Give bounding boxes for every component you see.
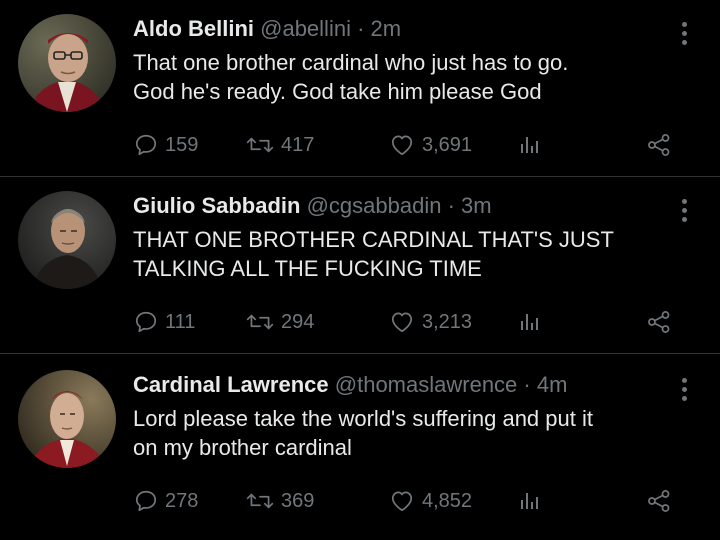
separator: ·: [357, 16, 365, 41]
more-options-button[interactable]: [680, 199, 688, 223]
author-handle[interactable]: @thomaslawrence: [335, 372, 518, 397]
reply-count: 159: [165, 133, 199, 156]
heart-icon: [391, 135, 413, 156]
tweet[interactable]: Giulio Sabbadin @cgsabbadin · 3m THAT ON…: [0, 177, 720, 354]
share-button[interactable]: [645, 307, 673, 337]
tweet-text: THAT ONE BROTHER CARDINAL THAT'S JUST TA…: [133, 225, 693, 283]
timestamp[interactable]: 3m: [461, 193, 492, 218]
avatar-photo-icon: [18, 191, 116, 289]
tweet[interactable]: Aldo Bellini @abellini · 2m That one bro…: [0, 0, 720, 177]
retweet-count: 369: [281, 489, 315, 512]
tweet-text-line: TALKING ALL THE FUCKING TIME: [133, 256, 482, 281]
reply-button[interactable]: 159: [133, 130, 198, 160]
tweet-header: Aldo Bellini @abellini · 2m: [133, 14, 401, 44]
separator: ·: [447, 193, 455, 218]
author-handle[interactable]: @abellini: [260, 16, 351, 41]
tweet-text: Lord please take the world's suffering a…: [133, 404, 693, 462]
views-button[interactable]: [517, 486, 541, 516]
share-nodes-icon: [648, 311, 670, 333]
like-count: 3,213: [422, 310, 473, 333]
avatar-photo-icon: [18, 370, 116, 468]
reply-bubble-icon: [135, 134, 157, 156]
author-name[interactable]: Cardinal Lawrence: [133, 372, 329, 397]
heart-icon: [391, 312, 413, 333]
retweet-arrows-icon: [246, 493, 274, 509]
share-nodes-icon: [648, 134, 670, 156]
retweet-count: 417: [281, 133, 315, 156]
author-handle[interactable]: @cgsabbadin: [307, 193, 442, 218]
action-bar: 111 294 3,213: [133, 307, 693, 337]
avatar[interactable]: [18, 14, 116, 112]
views-button[interactable]: [517, 130, 541, 160]
separator: ·: [523, 372, 531, 397]
avatar[interactable]: [18, 191, 116, 289]
tweet-text-line: THAT ONE BROTHER CARDINAL THAT'S JUST: [133, 227, 614, 252]
more-vertical-dots-icon: [681, 378, 687, 383]
tweet-text: That one brother cardinal who just has t…: [133, 48, 693, 106]
like-button[interactable]: 3,213: [388, 307, 472, 337]
tweet-text-line: Lord please take the world's suffering a…: [133, 406, 593, 431]
retweet-button[interactable]: 417: [245, 130, 314, 160]
heart-icon: [391, 491, 413, 512]
tweet[interactable]: Cardinal Lawrence @thomaslawrence · 4m L…: [0, 354, 720, 540]
more-options-button[interactable]: [680, 22, 688, 46]
retweet-arrows-icon: [246, 314, 274, 330]
reply-button[interactable]: 278: [133, 486, 198, 516]
retweet-button[interactable]: 369: [245, 486, 314, 516]
reply-count: 278: [165, 489, 199, 512]
tweet-feed: Aldo Bellini @abellini · 2m That one bro…: [0, 0, 720, 540]
share-nodes-icon: [648, 490, 670, 512]
views-button[interactable]: [517, 307, 541, 337]
like-count: 3,691: [422, 133, 473, 156]
avatar-photo-icon: [18, 14, 116, 112]
tweet-text-line: God he's ready. God take him please God: [133, 79, 542, 104]
action-bar: 159 417 3,691: [133, 130, 693, 160]
author-name[interactable]: Giulio Sabbadin: [133, 193, 300, 218]
reply-button[interactable]: 111: [133, 307, 195, 337]
avatar[interactable]: [18, 370, 116, 468]
retweet-button[interactable]: 294: [245, 307, 314, 337]
reply-count: 111: [165, 310, 196, 333]
tweet-header: Giulio Sabbadin @cgsabbadin · 3m: [133, 191, 492, 221]
more-vertical-dots-icon: [681, 22, 687, 27]
tweet-text-line: That one brother cardinal who just has t…: [133, 50, 569, 75]
tweet-text-line: on my brother cardinal: [133, 435, 352, 460]
timestamp[interactable]: 2m: [371, 16, 402, 41]
like-count: 4,852: [422, 489, 473, 512]
more-vertical-dots-icon: [681, 199, 687, 204]
reply-bubble-icon: [135, 490, 157, 512]
tweet-header: Cardinal Lawrence @thomaslawrence · 4m: [133, 370, 567, 400]
retweet-count: 294: [281, 310, 315, 333]
like-button[interactable]: 3,691: [388, 130, 472, 160]
action-bar: 278 369 4,852: [133, 486, 693, 516]
views-bar-chart-icon: [521, 314, 538, 330]
more-options-button[interactable]: [680, 378, 688, 402]
share-button[interactable]: [645, 486, 673, 516]
views-bar-chart-icon: [521, 137, 538, 153]
reply-bubble-icon: [135, 311, 157, 333]
views-bar-chart-icon: [521, 493, 538, 509]
retweet-arrows-icon: [246, 137, 274, 153]
like-button[interactable]: 4,852: [388, 486, 472, 516]
share-button[interactable]: [645, 130, 673, 160]
author-name[interactable]: Aldo Bellini: [133, 16, 254, 41]
timestamp[interactable]: 4m: [537, 372, 568, 397]
